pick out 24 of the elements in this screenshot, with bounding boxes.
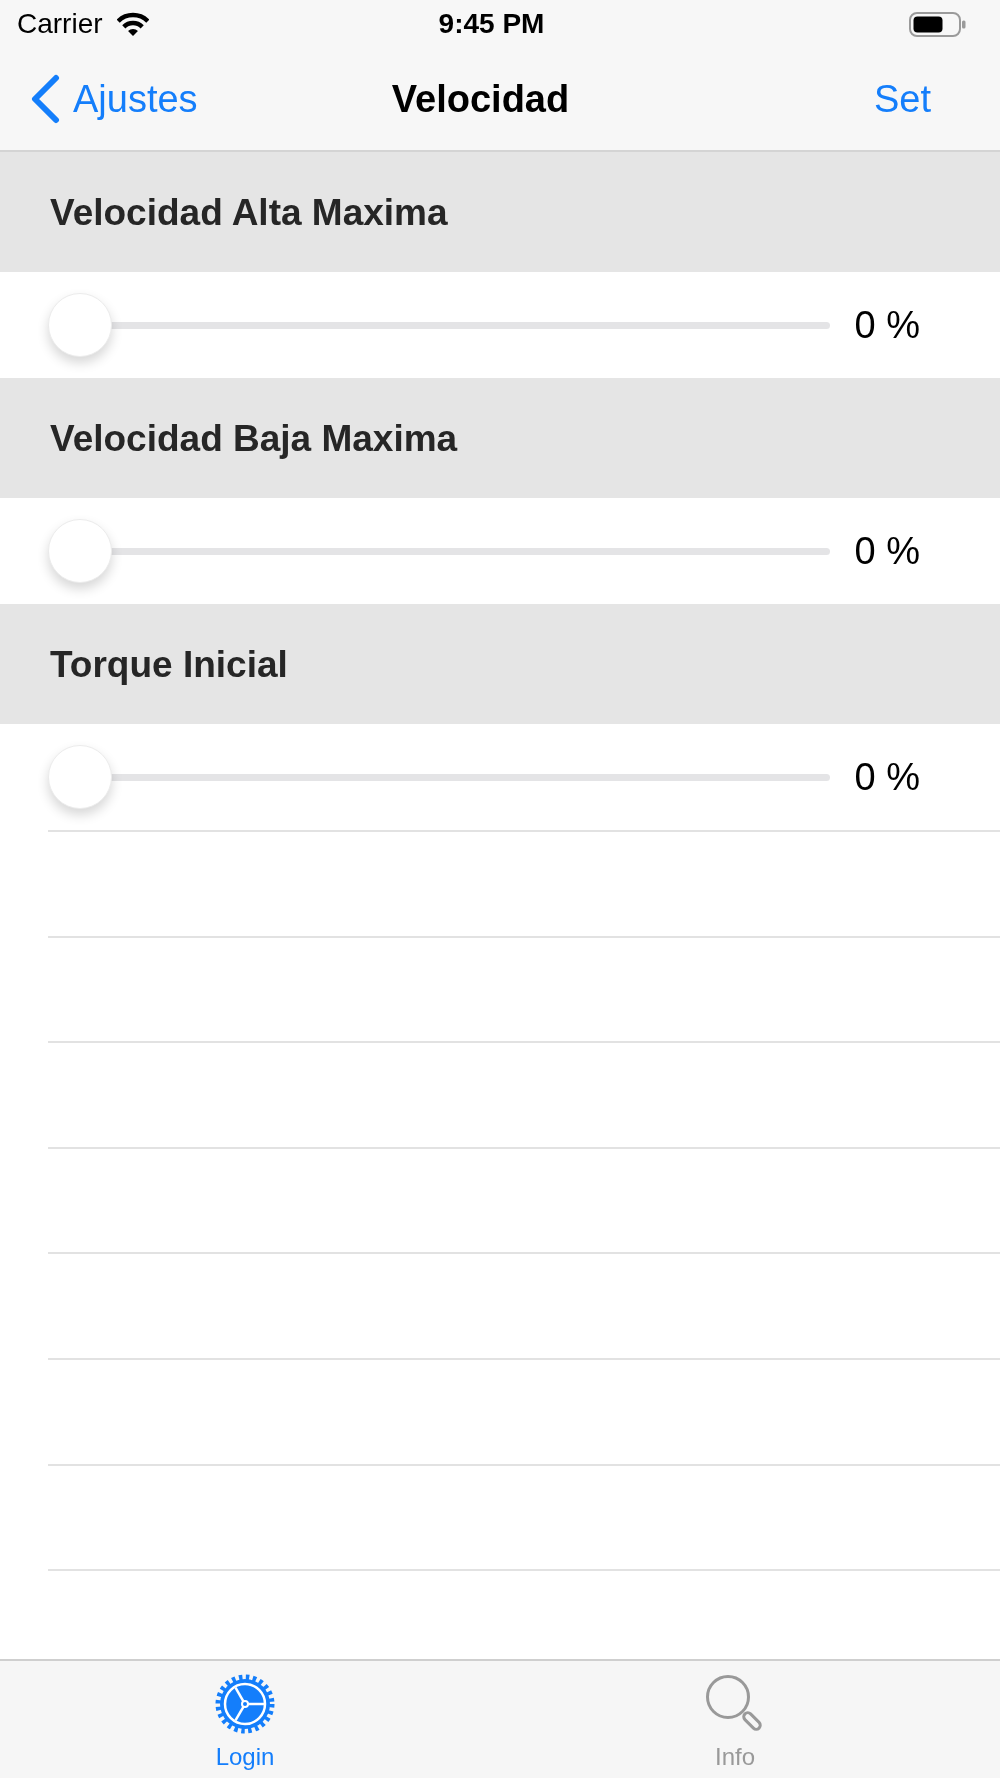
battery-icon xyxy=(909,11,966,37)
wifi-icon xyxy=(116,12,149,36)
back-button[interactable]: Ajustes xyxy=(30,74,198,124)
slider-thumb[interactable] xyxy=(48,745,112,809)
chevron-left-icon xyxy=(30,74,60,124)
section-title: Velocidad Alta Maxima xyxy=(50,193,448,231)
gear-icon xyxy=(215,1674,275,1734)
search-icon xyxy=(705,1674,765,1734)
slider-track[interactable] xyxy=(48,293,830,357)
carrier-name: Carrier xyxy=(17,10,103,38)
section-title: Torque Inicial xyxy=(50,645,288,683)
slider-thumb[interactable] xyxy=(48,293,112,357)
status-time: 9:45 PM xyxy=(438,10,545,38)
slider-value: 0 % xyxy=(854,532,920,570)
slider-value: 0 % xyxy=(854,758,920,796)
slider-track[interactable] xyxy=(48,519,830,583)
section-title: Velocidad Baja Maxima xyxy=(50,419,458,457)
slider-track[interactable] xyxy=(48,745,830,809)
slider-thumb[interactable] xyxy=(48,519,112,583)
slider-value: 0 % xyxy=(854,306,920,344)
nav-title: Velocidad xyxy=(391,80,570,118)
set-button[interactable]: Set xyxy=(873,80,931,118)
tab-item[interactable]: Info xyxy=(705,1661,765,1778)
tab-item[interactable]: Login xyxy=(215,1661,275,1778)
